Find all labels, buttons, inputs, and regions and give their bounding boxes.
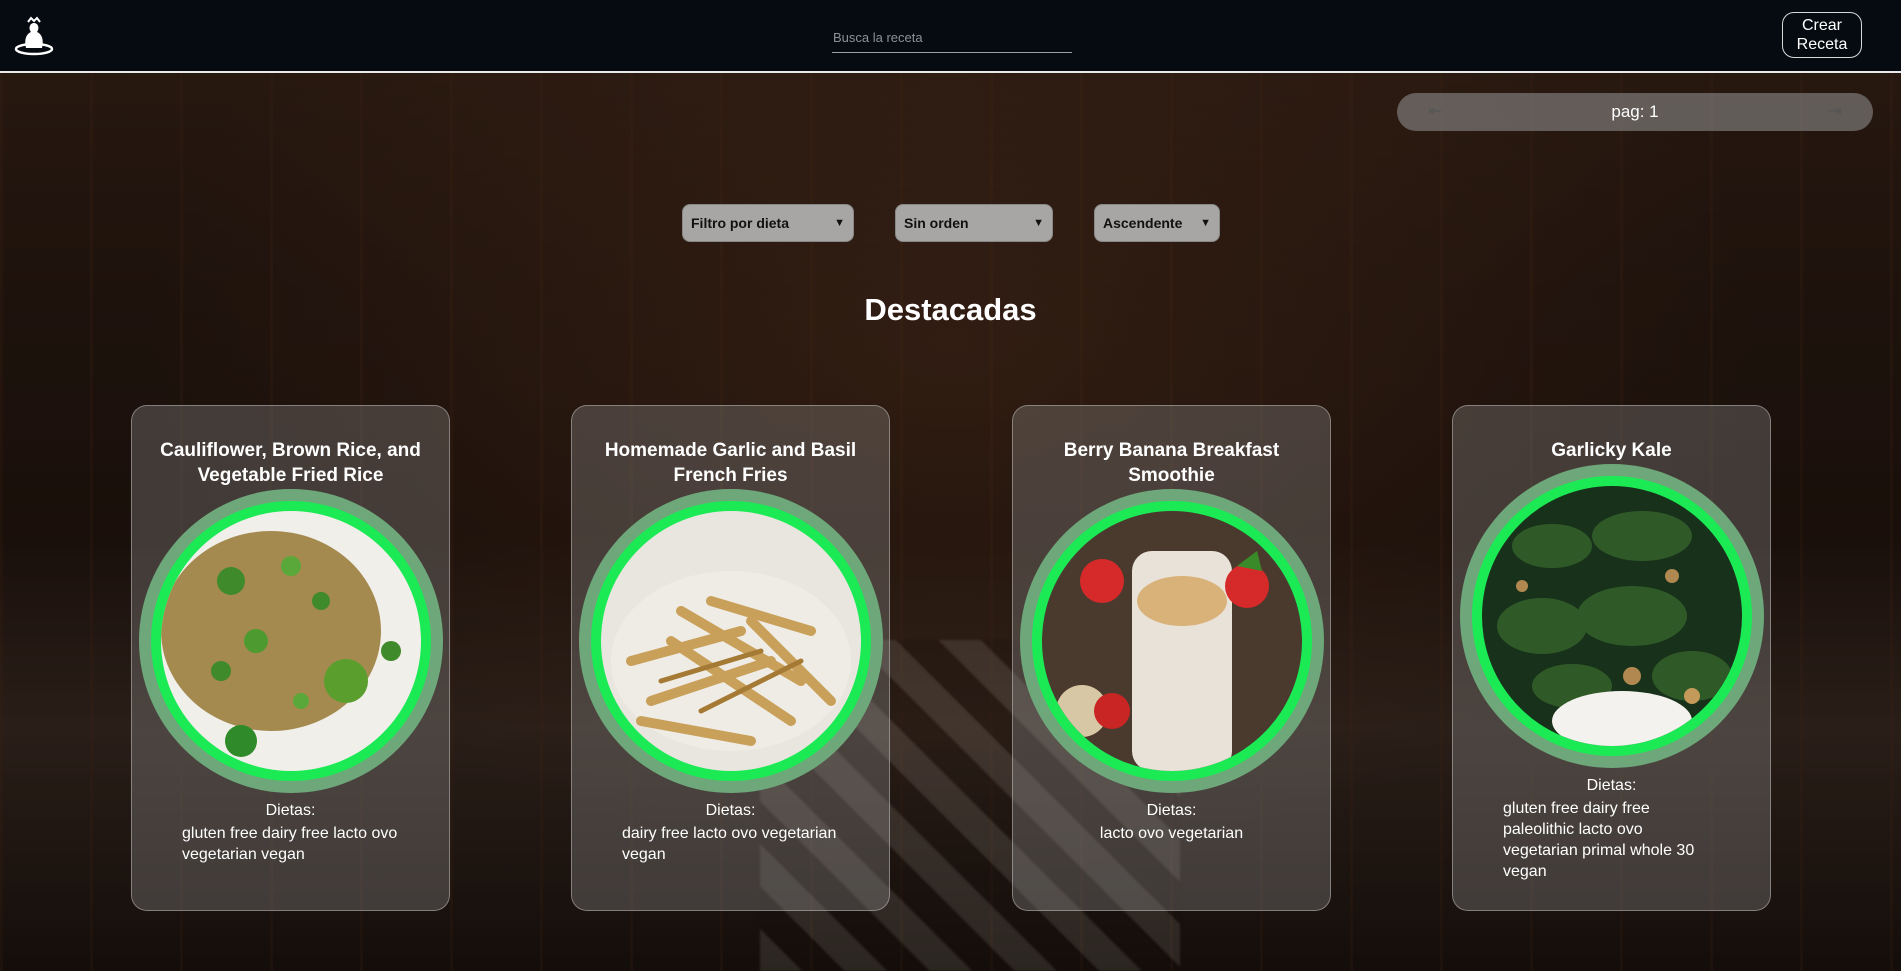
recipe-image [601, 511, 861, 771]
recipe-image [1042, 511, 1302, 771]
recipe-card[interactable]: Garlicky Kale Dietas: gluten free dairy … [1452, 405, 1771, 911]
order-value: Sin orden [904, 215, 969, 231]
chef-logo-icon[interactable] [14, 16, 54, 56]
diets-list: gluten free dairy free paleolithic lacto… [1503, 800, 1695, 880]
recipe-card[interactable]: Berry Banana Breakfast Smoothie Dietas: … [1012, 405, 1331, 911]
search-input[interactable] [832, 22, 1072, 53]
direction-value: Ascendente [1103, 215, 1183, 231]
recipe-image-frame [1020, 489, 1324, 793]
diets-list: dairy free lacto ovo vegetarian vegan [622, 825, 837, 863]
diet-filter-value: Filtro por dieta [691, 215, 789, 231]
recipe-card[interactable]: Cauliflower, Brown Rice, and Vegetable F… [131, 405, 450, 911]
chevron-down-icon: ▼ [1200, 217, 1211, 229]
recipe-title: Berry Banana Breakfast Smoothie [1063, 440, 1280, 486]
recipe-card[interactable]: Homemade Garlic and Basil French Fries D… [571, 405, 890, 911]
chevron-down-icon: ▼ [1033, 217, 1044, 229]
diets-list: gluten free dairy free lacto ovo vegetar… [182, 825, 398, 863]
page-indicator: pag: 1 [1611, 102, 1659, 121]
recipe-title: Cauliflower, Brown Rice, and Vegetable F… [160, 440, 421, 486]
create-recipe-button[interactable]: Crear Receta [1782, 12, 1862, 58]
top-navbar: Crear Receta [0, 0, 1901, 73]
recipe-image-frame [1460, 464, 1764, 768]
recipe-image-frame [579, 489, 883, 793]
diets-label: Dietas: [1146, 802, 1197, 819]
diets-label: Dietas: [1586, 777, 1637, 794]
recipe-image-frame [139, 489, 443, 793]
section-title: Destacadas [864, 292, 1037, 327]
recipe-title: Garlicky Kale [1551, 440, 1672, 461]
recipe-title: Homemade Garlic and Basil French Fries [604, 440, 857, 486]
direction-select[interactable]: Ascendente ▼ [1094, 204, 1220, 242]
diet-filter-select[interactable]: Filtro por dieta ▼ [682, 204, 854, 242]
diets-label: Dietas: [265, 802, 316, 819]
recipe-image [161, 511, 421, 771]
diets-label: Dietas: [705, 802, 756, 819]
pagination: ⇤ pag: 1 ⇥ [1397, 93, 1873, 131]
chevron-down-icon: ▼ [834, 217, 845, 229]
diets-list: lacto ovo vegetarian [1099, 825, 1244, 842]
order-select[interactable]: Sin orden ▼ [895, 204, 1053, 242]
recipe-image [1482, 486, 1742, 746]
arrow-right-to-line-icon[interactable]: ⇥ [1820, 100, 1850, 124]
